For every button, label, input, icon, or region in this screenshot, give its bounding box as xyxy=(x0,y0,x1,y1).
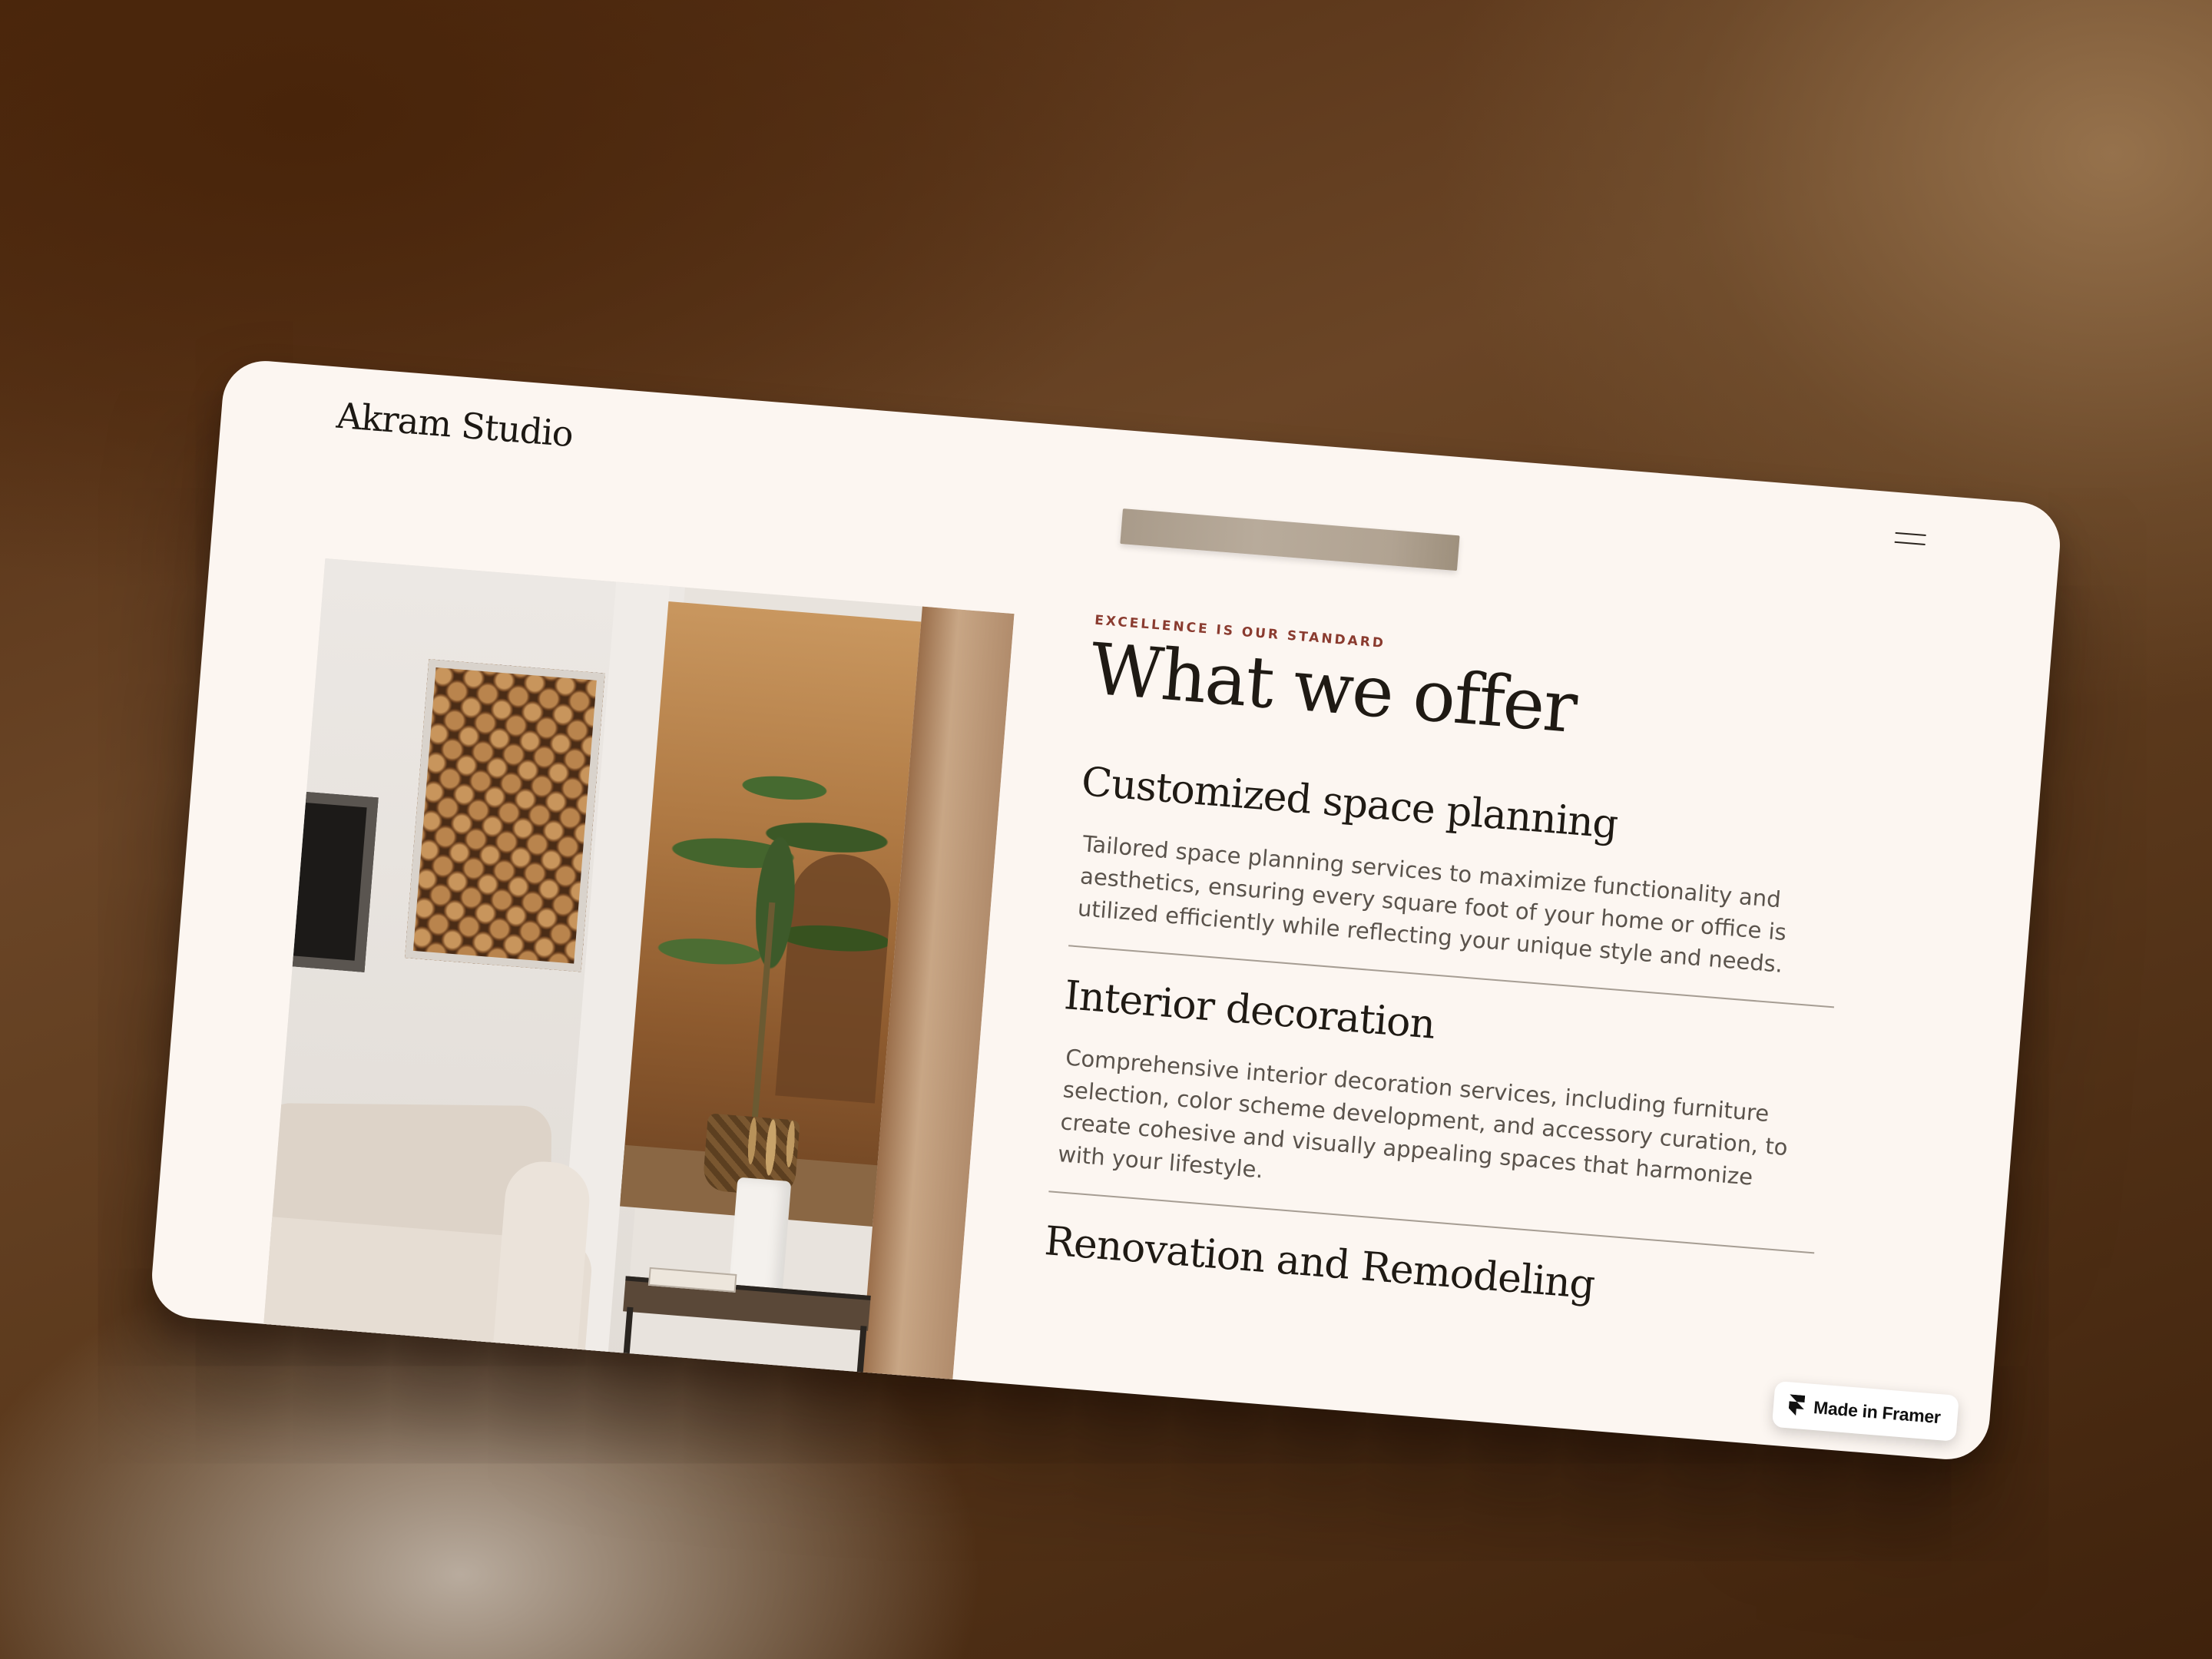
made-in-framer-badge[interactable]: Made in Framer xyxy=(1772,1380,1959,1442)
badge-label: Made in Framer xyxy=(1813,1396,1942,1427)
offers-section: EXCELLENCE IS OUR STANDARD What we offer… xyxy=(1041,613,1860,1349)
framer-logo-icon xyxy=(1789,1394,1806,1416)
hamburger-menu-icon-line xyxy=(1894,541,1926,546)
menu-button[interactable] xyxy=(1894,529,1926,548)
offer-item: Renovation and Remodeling xyxy=(1042,1218,1812,1325)
interior-photo xyxy=(261,558,1015,1410)
site-logo[interactable]: Akram Studio xyxy=(335,395,575,455)
image-preview-strip xyxy=(1120,508,1460,571)
offer-item: Interior decoration Comprehensive interi… xyxy=(1051,972,1832,1231)
offer-item: Customized space planning Tailored space… xyxy=(1070,759,1849,985)
hamburger-menu-icon xyxy=(1895,531,1926,537)
offer-title: Renovation and Remodeling xyxy=(1042,1218,1597,1309)
website-card: Akram Studio EXCELLENCE IS OUR STANDARD … xyxy=(148,357,2064,1463)
